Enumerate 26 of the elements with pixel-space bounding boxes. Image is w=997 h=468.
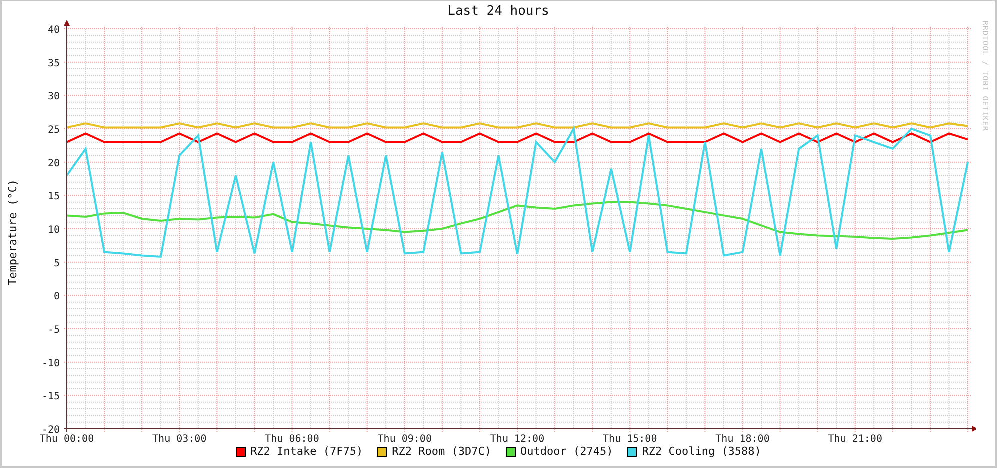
y-tick-label: -5 — [48, 325, 60, 336]
y-tick-label: 40 — [48, 25, 60, 36]
x-tick-label: Thu 21:00 — [828, 434, 882, 445]
chart-title: Last 24 hours — [448, 4, 550, 19]
y-tick-label: 20 — [48, 158, 60, 170]
x-tick-label: Thu 00:00 — [40, 434, 94, 445]
y-axis-label: Temperature (°C) — [6, 179, 20, 285]
y-tick-label: 0 — [54, 292, 60, 303]
legend-label: Outdoor (2745) — [520, 445, 614, 458]
legend-label: RZ2 Room (3D7C) — [392, 445, 492, 458]
y-tick-label: 30 — [48, 92, 60, 103]
y-tick-label: 5 — [54, 258, 60, 270]
x-tick-label: Thu 15:00 — [603, 434, 658, 445]
legend-label: RZ2 Cooling (3588) — [642, 445, 762, 458]
y-tick-label: -10 — [42, 358, 60, 370]
x-tick-label: Thu 06:00 — [265, 434, 320, 445]
x-tick-label: Thu 18:00 — [716, 434, 770, 445]
y-tick-label: -15 — [42, 392, 60, 403]
x-tick-label: Thu 09:00 — [378, 434, 432, 445]
y-tick-label: 10 — [48, 225, 60, 236]
y-tick-label: 15 — [48, 192, 60, 203]
x-tick-label: Thu 12:00 — [490, 434, 545, 445]
x-tick-label: Thu 03:00 — [152, 434, 207, 445]
legend-label: RZ2 Intake (7F75) — [250, 445, 364, 458]
y-tick-label: 25 — [48, 125, 60, 136]
y-tick-label: 35 — [48, 58, 60, 70]
